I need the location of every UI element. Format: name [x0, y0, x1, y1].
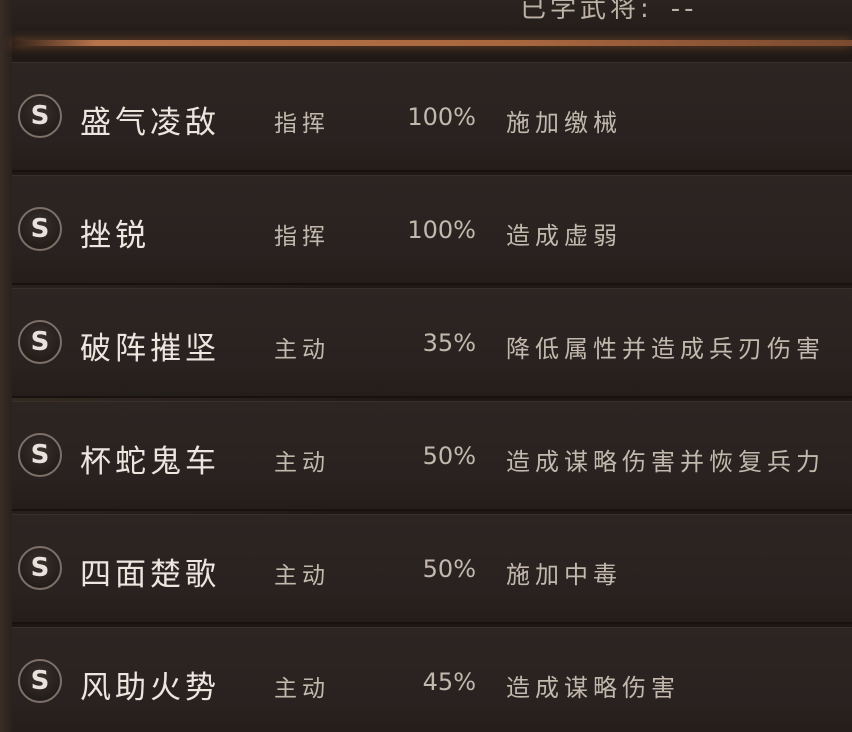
skill-row[interactable]: S 四面楚歌 主动 50% 施加中毒 [12, 514, 852, 624]
skill-row[interactable]: S 盛气凌敌 指挥 100% 施加缴械 [12, 62, 852, 172]
learned-generals-info: 已学武将: -- [520, 0, 698, 25]
skill-rate: 45% [422, 668, 476, 696]
skill-rate: 35% [422, 329, 476, 357]
skill-grade-badge: S [18, 659, 62, 703]
skill-rate: 50% [422, 442, 476, 470]
skill-name: 风助火势 [80, 670, 220, 706]
skill-grade-badge: S [18, 546, 62, 590]
skill-row[interactable]: S 破阵摧坚 主动 35% 降低属性并造成兵刃伤害 [12, 288, 852, 398]
skill-effect: 造成谋略伤害 [506, 674, 680, 702]
skill-rate: 100% [407, 103, 476, 131]
skill-effect: 施加缴械 [506, 109, 622, 137]
skill-effect: 降低属性并造成兵刃伤害 [506, 335, 825, 363]
skill-grade-badge: S [18, 433, 62, 477]
header-bar: 已学武将: -- [12, 0, 852, 42]
skill-rate: 50% [422, 555, 476, 583]
skill-type: 主动 [274, 676, 330, 702]
skill-grade-badge: S [18, 207, 62, 251]
skill-row[interactable]: S 挫锐 指挥 100% 造成虚弱 [12, 175, 852, 285]
skill-type: 指挥 [274, 224, 330, 250]
learned-generals-label: 已学武将: [520, 0, 653, 24]
header-divider [12, 40, 852, 46]
skill-name: 杯蛇鬼车 [80, 444, 220, 480]
skill-name: 破阵摧坚 [80, 331, 220, 367]
skill-list: S 盛气凌敌 指挥 100% 施加缴械 S 挫锐 指挥 100% 造成虚弱 S … [12, 62, 852, 732]
skill-grade-badge: S [18, 94, 62, 138]
learned-generals-value: -- [670, 0, 698, 24]
skill-row[interactable]: S 杯蛇鬼车 主动 50% 造成谋略伤害并恢复兵力 [12, 401, 852, 511]
skill-effect: 造成谋略伤害并恢复兵力 [506, 448, 825, 476]
skill-type: 主动 [274, 563, 330, 589]
skill-type: 指挥 [274, 111, 330, 137]
skill-rate: 100% [407, 216, 476, 244]
skill-name: 盛气凌敌 [80, 105, 220, 141]
skill-name: 挫锐 [80, 218, 150, 254]
left-border-decoration [0, 0, 12, 732]
skill-name: 四面楚歌 [80, 557, 220, 593]
skill-list-screen: 已学武将: -- S 盛气凌敌 指挥 100% 施加缴械 S 挫锐 指挥 100%… [0, 0, 852, 732]
skill-type: 主动 [274, 337, 330, 363]
skill-type: 主动 [274, 450, 330, 476]
skill-effect: 施加中毒 [506, 561, 622, 589]
skill-effect: 造成虚弱 [506, 222, 622, 250]
skill-row[interactable]: S 风助火势 主动 45% 造成谋略伤害 [12, 627, 852, 732]
skill-grade-badge: S [18, 320, 62, 364]
